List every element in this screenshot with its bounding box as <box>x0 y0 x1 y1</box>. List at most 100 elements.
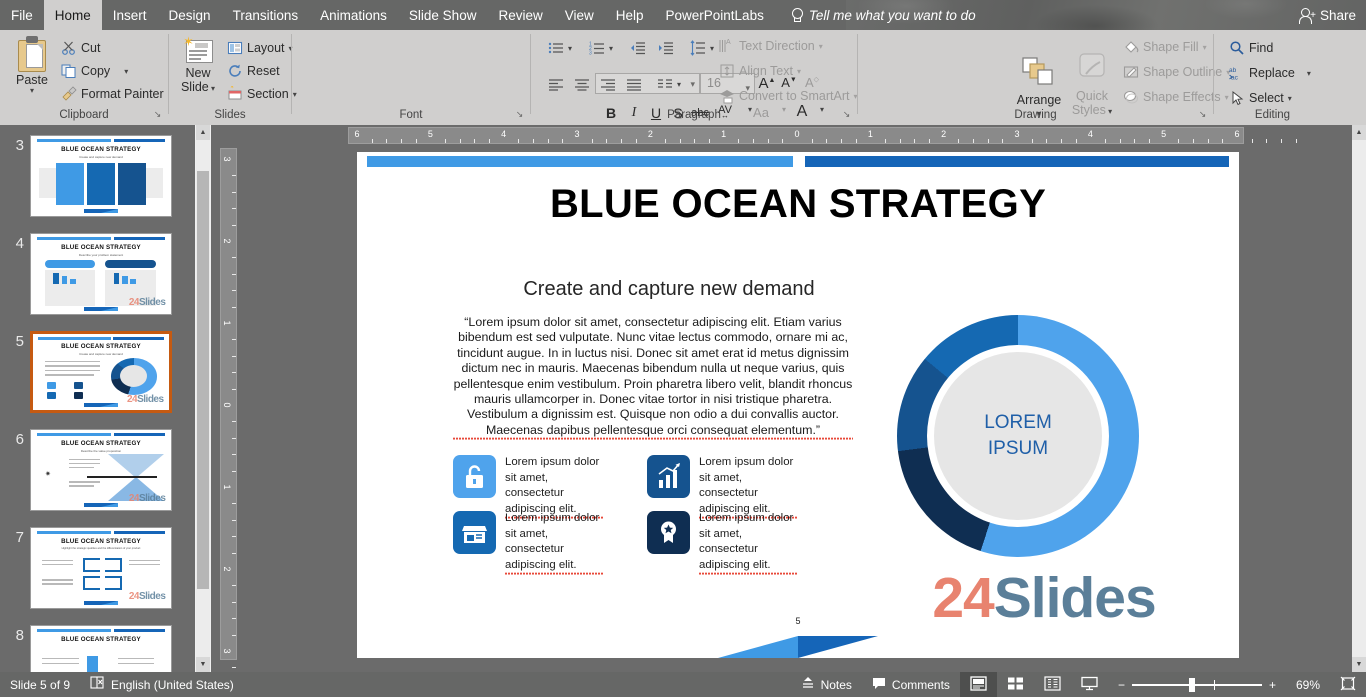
feature-item-3[interactable]: Lorem ipsum dolor sit amet, consectetur … <box>453 511 603 576</box>
reset-button[interactable]: Reset <box>224 62 283 80</box>
convert-to-smartart-button[interactable]: Convert to SmartArt ▾ <box>716 87 860 105</box>
ruler-tick <box>232 634 236 636</box>
zoom-level-label[interactable]: 69% <box>1286 672 1330 697</box>
shape-fill-button[interactable]: Shape Fill ▾ <box>1120 38 1210 56</box>
thumbnail-item-5[interactable]: 5 BLUE OCEAN STRATEGY Create and capture… <box>0 331 195 413</box>
slide-sorter-view-button[interactable] <box>997 672 1034 697</box>
thumbnail-item-4[interactable]: 4 BLUE OCEAN STRATEGY Describe your prob… <box>0 233 195 315</box>
zoom-track[interactable] <box>1131 677 1262 692</box>
notes-button[interactable]: Notes <box>791 672 862 697</box>
clipboard-dialog-launcher[interactable] <box>152 109 163 120</box>
zoom-in-button[interactable]: + <box>1269 678 1276 692</box>
ribbon-tab-design[interactable]: Design <box>158 0 222 30</box>
proofing-status[interactable]: English (United States) <box>80 672 244 697</box>
ribbon-tab-file[interactable]: File <box>0 0 44 30</box>
chevron-down-icon[interactable]: ▾ <box>30 86 34 95</box>
decrease-indent-button[interactable] <box>627 39 649 57</box>
scroll-up-button[interactable]: ▲ <box>196 125 210 140</box>
justify-button[interactable] <box>623 75 645 93</box>
fit-to-window-button[interactable] <box>1330 672 1366 697</box>
thumbnail-item-7[interactable]: 7 BLUE OCEAN STRATEGY Highlight the stra… <box>0 527 195 609</box>
ribbon-tab-slide-show[interactable]: Slide Show <box>398 0 488 30</box>
slide-subtitle[interactable]: Create and capture new demand <box>467 278 871 301</box>
format-painter-button[interactable]: Format Painter <box>58 85 167 103</box>
slide-body-text[interactable]: “Lorem ipsum dolor sit amet, consectetur… <box>453 315 853 441</box>
chevron-down-icon[interactable]: ▾ <box>124 67 128 76</box>
thumbnail-preview[interactable]: BLUE OCEAN STRATEGY Highlight the strate… <box>30 527 172 609</box>
paste-button[interactable]: Paste ▾ <box>8 34 56 112</box>
active-slide[interactable]: BLUE OCEAN STRATEGY Create and capture n… <box>357 152 1239 658</box>
align-right-button[interactable] <box>597 75 619 93</box>
line-spacing-button[interactable]: ▾ <box>687 39 717 57</box>
share-button[interactable]: + Share <box>1298 0 1356 30</box>
thumbnail-preview[interactable]: BLUE OCEAN STRATEGY <box>30 625 172 672</box>
feature-item-1[interactable]: Lorem ipsum dolor sit amet, consectetur … <box>453 455 603 520</box>
ruler-tick <box>929 139 930 143</box>
scroll-up-button[interactable]: ▲ <box>1352 125 1366 140</box>
thumbnail-preview-selected[interactable]: BLUE OCEAN STRATEGY Create and capture n… <box>30 331 172 413</box>
horizontal-ruler[interactable]: 6 5 4 3 2 1 0 1 2 3 4 5 6 <box>348 127 1297 144</box>
thumbnail-item-8[interactable]: 8 BLUE OCEAN STRATEGY <box>0 625 195 672</box>
ribbon-tab-review[interactable]: Review <box>487 0 553 30</box>
feature-item-4[interactable]: Lorem ipsum dolor sit amet, consectetur … <box>647 511 797 576</box>
scrollbar-thumb[interactable] <box>197 171 209 589</box>
replace-button[interactable]: ab ac Replace ▾ <box>1226 64 1314 82</box>
drawing-group-label: Drawing <box>1014 109 1057 121</box>
paintbrush-icon <box>61 86 77 102</box>
ribbon-tab-home[interactable]: Home <box>43 0 102 30</box>
cursor-select-icon <box>1229 90 1245 106</box>
select-button[interactable]: Select ▾ <box>1226 89 1295 107</box>
paragraph-dialog-launcher[interactable] <box>841 109 852 120</box>
thumbnail-preview[interactable]: BLUE OCEAN STRATEGY Describe your proble… <box>30 233 172 315</box>
ribbon-tab-powerpointlabs[interactable]: PowerPointLabs <box>655 0 775 30</box>
numbered-list-icon: 123 <box>589 40 605 57</box>
align-left-button[interactable] <box>545 75 567 93</box>
scroll-down-button[interactable]: ▼ <box>1352 657 1366 672</box>
bullets-button[interactable]: ▾ <box>545 39 575 57</box>
feature-item-2[interactable]: Lorem ipsum dolor sit amet, consectetur … <box>647 455 797 520</box>
align-text-button[interactable]: Align Text ▾ <box>716 62 804 80</box>
layout-button[interactable]: Layout ▾ <box>224 39 296 57</box>
ribbon-tab-view[interactable]: View <box>554 0 605 30</box>
ribbon-tab-help[interactable]: Help <box>605 0 655 30</box>
ribbon-tab-transitions[interactable]: Transitions <box>222 0 310 30</box>
align-center-button[interactable] <box>571 75 593 93</box>
ribbon-tab-insert[interactable]: Insert <box>102 0 158 30</box>
ruler-tick <box>591 139 593 143</box>
reading-view-button[interactable] <box>1034 672 1071 697</box>
numbering-button[interactable]: 123 ▾ <box>586 39 616 57</box>
ribbon-tab-animations[interactable]: Animations <box>309 0 398 30</box>
text-direction-button[interactable]: A Text Direction ▾ <box>716 37 826 55</box>
slide-thumbnail-pane[interactable]: 3 BLUE OCEAN STRATEGY Create and capture… <box>0 125 195 672</box>
font-dialog-launcher[interactable] <box>514 109 525 120</box>
slide-title[interactable]: BLUE OCEAN STRATEGY <box>357 182 1239 227</box>
scroll-down-button[interactable]: ▼ <box>196 657 210 672</box>
find-button[interactable]: Find <box>1226 39 1276 57</box>
normal-view-button[interactable] <box>959 672 997 697</box>
ruler-tick <box>232 388 236 390</box>
thumbnail-preview[interactable]: BLUE OCEAN STRATEGY Create and capture n… <box>30 135 172 217</box>
zoom-out-button[interactable]: − <box>1118 678 1125 692</box>
canvas-scrollbar[interactable]: ▲ ▼ <box>1352 125 1366 672</box>
drawing-dialog-launcher[interactable] <box>1197 109 1208 120</box>
decrease-indent-icon <box>630 40 646 56</box>
thumbnail-item-3[interactable]: 3 BLUE OCEAN STRATEGY Create and capture… <box>0 135 195 217</box>
copy-button[interactable]: Copy ▾ <box>58 62 131 80</box>
comments-button[interactable]: Comments <box>862 672 960 697</box>
donut-chart[interactable]: LOREM IPSUM <box>897 315 1139 557</box>
thumbnail-item-6[interactable]: 6 BLUE OCEAN STRATEGY Describe the value… <box>0 429 195 511</box>
new-slide-button[interactable]: ✶ New Slide ▾ <box>176 34 220 114</box>
zoom-knob[interactable] <box>1188 677 1195 692</box>
slide-counter[interactable]: Slide 5 of 9 <box>0 672 80 697</box>
thumbnail-pane-scrollbar[interactable]: ▲ ▼ <box>196 125 210 672</box>
increase-indent-button[interactable] <box>655 39 677 57</box>
tell-me-box[interactable]: Tell me what you want to do <box>791 0 976 30</box>
vertical-ruler[interactable]: 3 2 1 0 1 2 3 <box>220 148 237 685</box>
thumbnail-preview[interactable]: BLUE OCEAN STRATEGY Describe the value p… <box>30 429 172 511</box>
slideshow-view-button[interactable] <box>1071 672 1108 697</box>
ruler-tick <box>232 273 236 275</box>
cut-button[interactable]: Cut <box>58 39 103 57</box>
zoom-slider[interactable]: − + <box>1108 672 1286 697</box>
section-button[interactable]: ✶ Section ▾ <box>224 85 300 103</box>
columns-button[interactable]: ▾ <box>654 75 684 93</box>
